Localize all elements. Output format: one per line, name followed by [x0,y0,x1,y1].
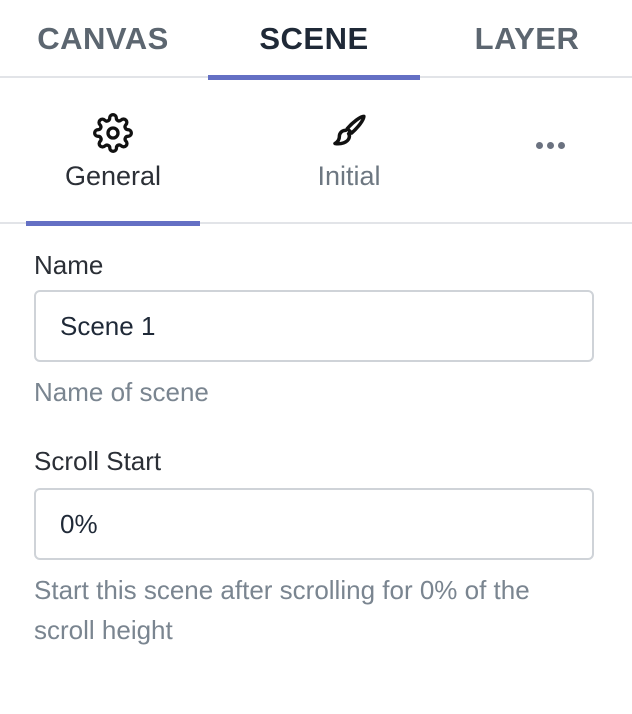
tab-layer[interactable]: LAYER [422,0,632,78]
gear-icon [91,111,135,155]
scroll-start-input[interactable] [34,488,594,560]
sub-tab-bar: General Initial [0,78,632,226]
tab-scene[interactable]: SCENE [208,0,420,80]
top-tab-bar: CANVAS SCENE LAYER [0,0,632,80]
name-field-label: Name [34,250,104,280]
subtab-initial[interactable]: Initial [262,78,436,224]
subtab-general[interactable]: General [26,78,200,226]
name-input[interactable] [34,290,594,362]
more-icon [535,141,565,149]
name-help-text: Name of scene [34,377,209,407]
subtab-initial-label: Initial [317,160,381,191]
brush-icon [327,111,371,155]
scene-form: Name Name of scene Scroll Start Start th… [34,224,594,650]
scroll-start-field-label: Scroll Start [34,446,162,476]
tab-canvas[interactable]: CANVAS [0,0,206,78]
scroll-start-help-text: Start this scene after scrolling for 0% … [34,575,530,645]
subtab-more[interactable] [500,78,600,224]
scene-settings-panel: CANVAS SCENE LAYER General Initial Name … [0,0,632,714]
subtab-general-label: General [64,160,162,191]
